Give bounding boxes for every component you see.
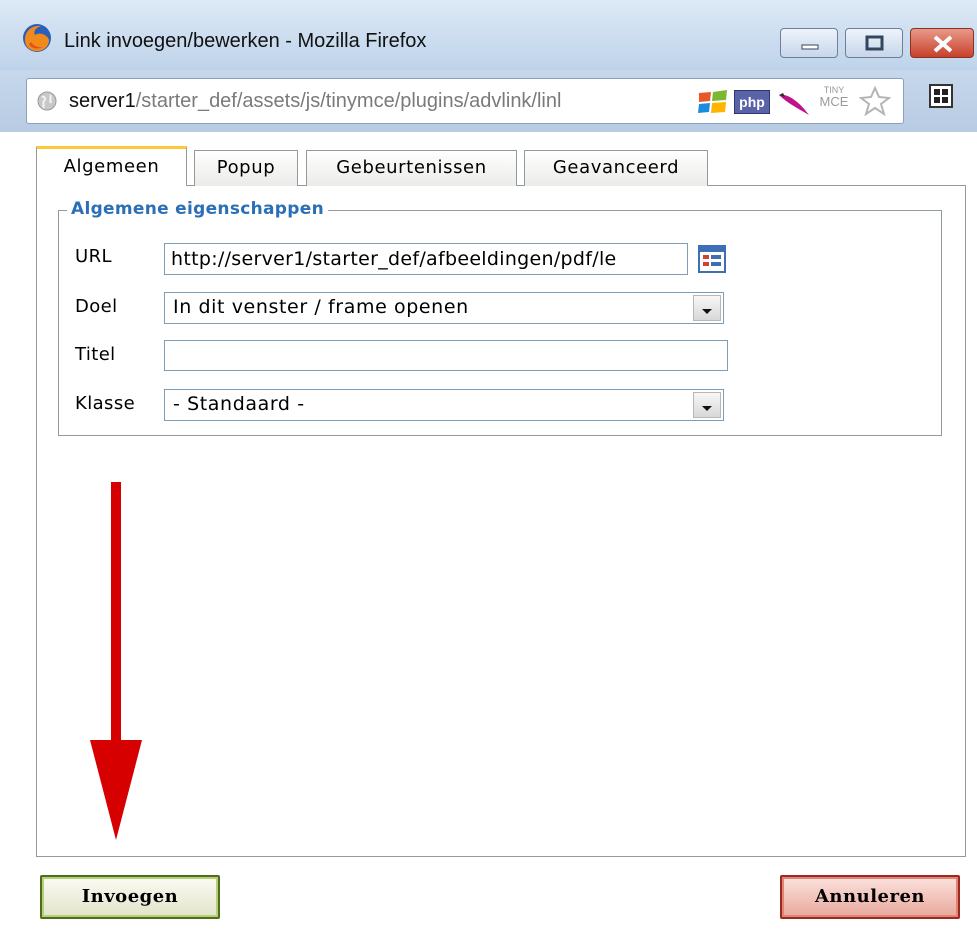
target-select-value: In dit venster / frame openen <box>173 296 469 318</box>
windows-flag-icon[interactable] <box>697 89 729 115</box>
window-titlebar: Link invoegen/bewerken - Mozilla Firefox <box>0 0 977 70</box>
maximize-icon <box>865 35 884 51</box>
red-annotation-arrow <box>90 482 142 840</box>
fieldset-legend: Algemene eigenschappen <box>67 199 328 219</box>
target-label: Doel <box>75 296 118 317</box>
cancel-button[interactable]: Annuleren <box>780 875 960 919</box>
class-label: Klasse <box>75 393 136 414</box>
minimize-icon <box>801 44 819 50</box>
tinymce-label-bottom: MCE <box>819 94 849 109</box>
chevron-down-icon <box>702 309 712 314</box>
url-label: URL <box>75 246 112 267</box>
globe-icon <box>37 91 57 111</box>
window-title: Link invoegen/bewerken - Mozilla Firefox <box>64 30 427 52</box>
address-bar: server1/starter_def/assets/js/tinymce/pl… <box>0 70 977 132</box>
tab-popup[interactable]: Popup <box>194 150 298 186</box>
title-input[interactable] <box>164 340 728 371</box>
url-bar[interactable]: server1/starter_def/assets/js/tinymce/pl… <box>26 78 904 124</box>
php-icon[interactable]: php <box>734 90 770 114</box>
tab-algemeen[interactable]: Algemeen <box>36 146 187 187</box>
close-icon <box>933 35 953 53</box>
minimize-button[interactable] <box>780 28 838 58</box>
class-select[interactable]: - Standaard - <box>164 389 724 421</box>
class-dropdown-button[interactable] <box>693 392 721 418</box>
title-label: Titel <box>75 344 116 365</box>
chevron-down-icon <box>702 406 712 411</box>
star-icon[interactable] <box>859 86 891 116</box>
url-path: /starter_def/assets/js/tinymce/plugins/a… <box>135 90 562 112</box>
close-button[interactable] <box>910 28 974 58</box>
maximize-button[interactable] <box>845 28 903 58</box>
insert-button[interactable]: Invoegen <box>40 875 220 919</box>
firefox-logo-icon <box>23 24 51 52</box>
tab-geavanceerd[interactable]: Geavanceerd <box>524 150 708 186</box>
browse-icon[interactable] <box>697 244 727 274</box>
class-select-value: - Standaard - <box>173 393 305 415</box>
target-dropdown-button[interactable] <box>693 295 721 321</box>
tinymce-icon[interactable]: TINY MCE <box>817 84 851 116</box>
url-host: server1 <box>69 90 136 112</box>
feather-icon[interactable] <box>777 89 811 117</box>
grid-menu-icon[interactable] <box>929 84 953 108</box>
url-input[interactable]: http://server1/starter_def/afbeeldingen/… <box>164 243 688 275</box>
tab-gebeurtenissen[interactable]: Gebeurtenissen <box>306 150 517 186</box>
url-text: server1/starter_def/assets/js/tinymce/pl… <box>69 90 691 113</box>
target-select[interactable]: In dit venster / frame openen <box>164 292 724 324</box>
